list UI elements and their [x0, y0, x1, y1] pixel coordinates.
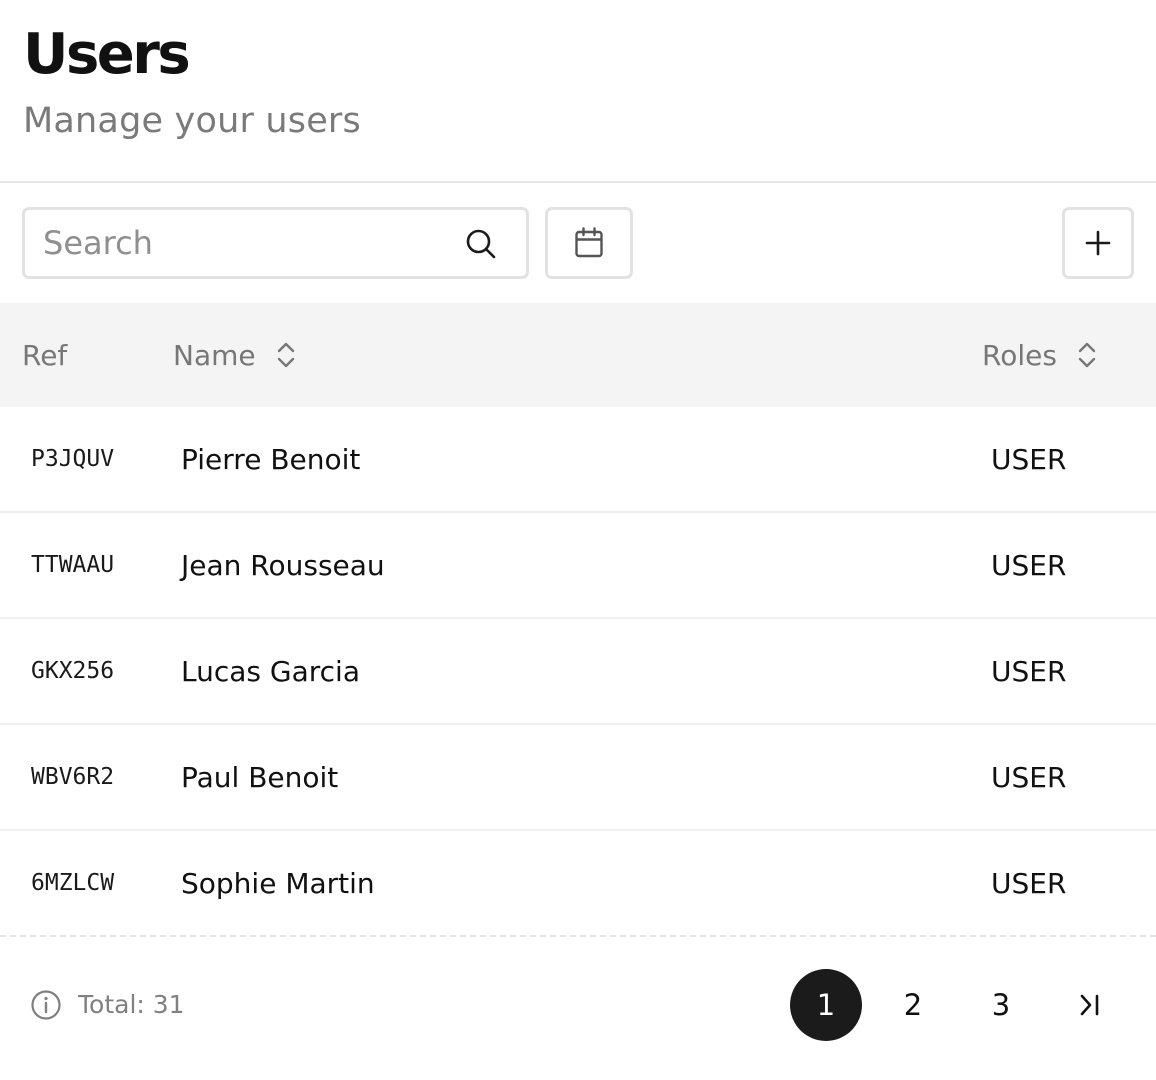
table-row[interactable]: TTWAAU Jean Rousseau USER [0, 513, 1156, 619]
row-role: USER [991, 866, 1067, 900]
info-icon [31, 990, 61, 1020]
header-divider [0, 181, 1156, 183]
page-button-2[interactable]: 2 [877, 969, 949, 1041]
table-row[interactable]: WBV6R2 Paul Benoit USER [0, 725, 1156, 831]
search-box [22, 207, 529, 279]
table-row[interactable]: 6MZLCW Sophie Martin USER [0, 831, 1156, 937]
total-count: Total: 31 [78, 990, 185, 1019]
column-header-roles[interactable]: Roles [982, 303, 1097, 407]
row-ref: 6MZLCW [31, 870, 115, 896]
table-row[interactable]: GKX256 Lucas Garcia USER [0, 619, 1156, 725]
column-header-ref-label: Ref [22, 338, 68, 372]
page-title: Users [23, 22, 191, 87]
row-ref: WBV6R2 [31, 764, 115, 790]
row-role: USER [991, 760, 1067, 794]
calendar-icon [575, 227, 603, 258]
search-input[interactable] [25, 210, 445, 276]
row-ref: GKX256 [31, 658, 115, 684]
row-name: Pierre Benoit [181, 442, 361, 476]
search-icon[interactable] [465, 228, 497, 260]
row-role: USER [991, 654, 1067, 688]
column-header-name[interactable]: Name [173, 303, 296, 407]
footer-divider [0, 935, 1156, 937]
row-name: Jean Rousseau [181, 548, 385, 582]
row-name: Lucas Garcia [181, 654, 360, 688]
row-name: Paul Benoit [181, 760, 339, 794]
table-header: Ref Name Roles [0, 303, 1156, 407]
date-filter-button[interactable] [545, 207, 633, 279]
row-ref: P3JQUV [31, 446, 115, 472]
page-button-1[interactable]: 1 [790, 969, 862, 1041]
last-page-icon [1080, 994, 1099, 1016]
column-header-name-label: Name [173, 338, 256, 372]
row-role: USER [991, 442, 1067, 476]
row-name: Sophie Martin [181, 866, 375, 900]
plus-icon [1085, 230, 1111, 256]
column-header-roles-label: Roles [982, 338, 1057, 372]
sort-icon[interactable] [1077, 340, 1097, 370]
page-subtitle: Manage your users [23, 101, 361, 141]
column-header-ref: Ref [22, 303, 67, 407]
last-page-button[interactable] [1054, 969, 1126, 1041]
add-user-button[interactable] [1062, 207, 1134, 279]
row-ref: TTWAAU [31, 552, 115, 578]
page-button-3[interactable]: 3 [965, 969, 1037, 1041]
table-row[interactable]: P3JQUV Pierre Benoit USER [0, 407, 1156, 513]
row-role: USER [991, 548, 1067, 582]
sort-icon[interactable] [276, 340, 296, 370]
